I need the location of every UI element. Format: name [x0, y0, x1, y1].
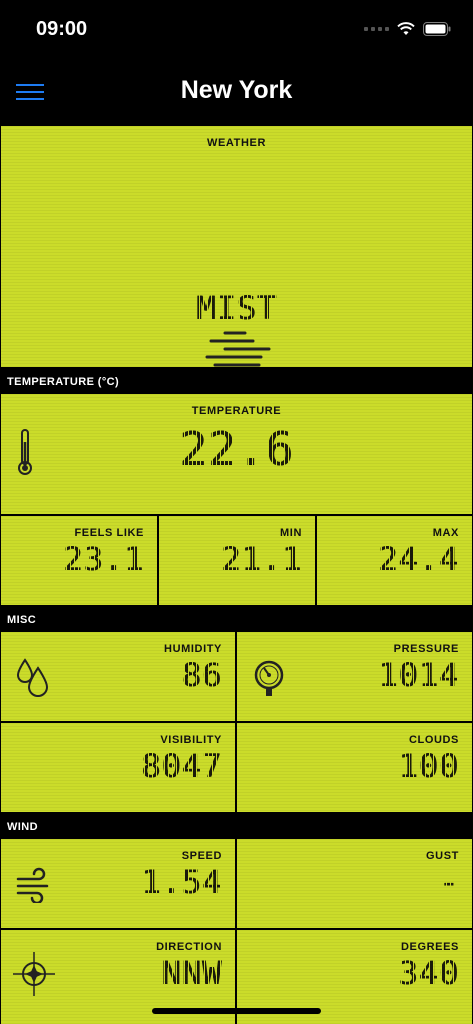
clouds-value: 100 [398, 747, 459, 785]
pressure-gauge-icon [254, 660, 284, 696]
visibility-label: VISIBILITY [160, 734, 222, 746]
speed-cell: SPEED 1.54 [1, 839, 235, 928]
min-value: 21.1 [220, 540, 302, 578]
speed-label: SPEED [181, 850, 222, 862]
direction-value: NNW [161, 954, 222, 992]
section-header-wind: WIND [0, 814, 473, 838]
navigation-bar: New York [0, 58, 473, 124]
home-indicator[interactable] [152, 1008, 321, 1014]
weather-panel: WEATHER [1, 126, 472, 373]
min-label: MIN [280, 527, 302, 539]
feels-like-cell: FEELS LIKE 23.1 [1, 516, 157, 605]
temperature-label: TEMPERATURE [191, 405, 282, 417]
humidity-cell: HUMIDITY 86 [1, 632, 235, 721]
feels-like-label: FEELS LIKE [74, 527, 144, 539]
clouds-cell: CLOUDS 100 [237, 723, 472, 812]
water-drops-icon [16, 658, 49, 698]
degrees-label: DEGREES [401, 941, 459, 953]
wind-icon [16, 867, 49, 903]
pressure-cell: PRESSURE 1014 [237, 632, 472, 721]
status-icons [364, 22, 451, 36]
compass-icon [13, 952, 55, 996]
battery-icon [423, 22, 451, 36]
weather-label: WEATHER [207, 137, 266, 149]
status-bar: 09:00 [0, 0, 473, 58]
pressure-label: PRESSURE [393, 643, 459, 655]
gust-value: - [438, 863, 459, 901]
section-header-temperature: TEMPERATURE (°C) [0, 369, 473, 393]
degrees-value: 340 [398, 954, 459, 992]
visibility-value: 8047 [140, 747, 222, 785]
status-time: 09:00 [36, 18, 88, 40]
section-header-misc: MISC [0, 607, 473, 631]
max-value: 24.4 [377, 540, 459, 578]
max-label: MAX [432, 527, 459, 539]
weather-condition: MIST [195, 289, 278, 327]
pressure-value: 1014 [377, 656, 459, 694]
temperature-value: 22.6 [179, 422, 294, 476]
min-cell: MIN 21.1 [159, 516, 315, 605]
gust-label: GUST [426, 850, 459, 862]
speed-value: 1.54 [140, 863, 222, 901]
direction-label: DIRECTION [156, 941, 222, 953]
clouds-label: CLOUDS [408, 734, 459, 746]
humidity-value: 86 [181, 656, 222, 694]
wifi-icon [397, 22, 415, 35]
feels-like-value: 23.1 [62, 540, 144, 578]
gust-cell: GUST - [237, 839, 472, 928]
visibility-cell: VISIBILITY 8047 [1, 723, 235, 812]
humidity-label: HUMIDITY [164, 643, 222, 655]
mist-icon [205, 331, 271, 373]
cellular-signal-icon [364, 27, 389, 31]
page-title: New York [180, 76, 293, 104]
temperature-main-cell: TEMPERATURE 22.6 [1, 394, 472, 514]
max-cell: MAX 24.4 [317, 516, 472, 605]
